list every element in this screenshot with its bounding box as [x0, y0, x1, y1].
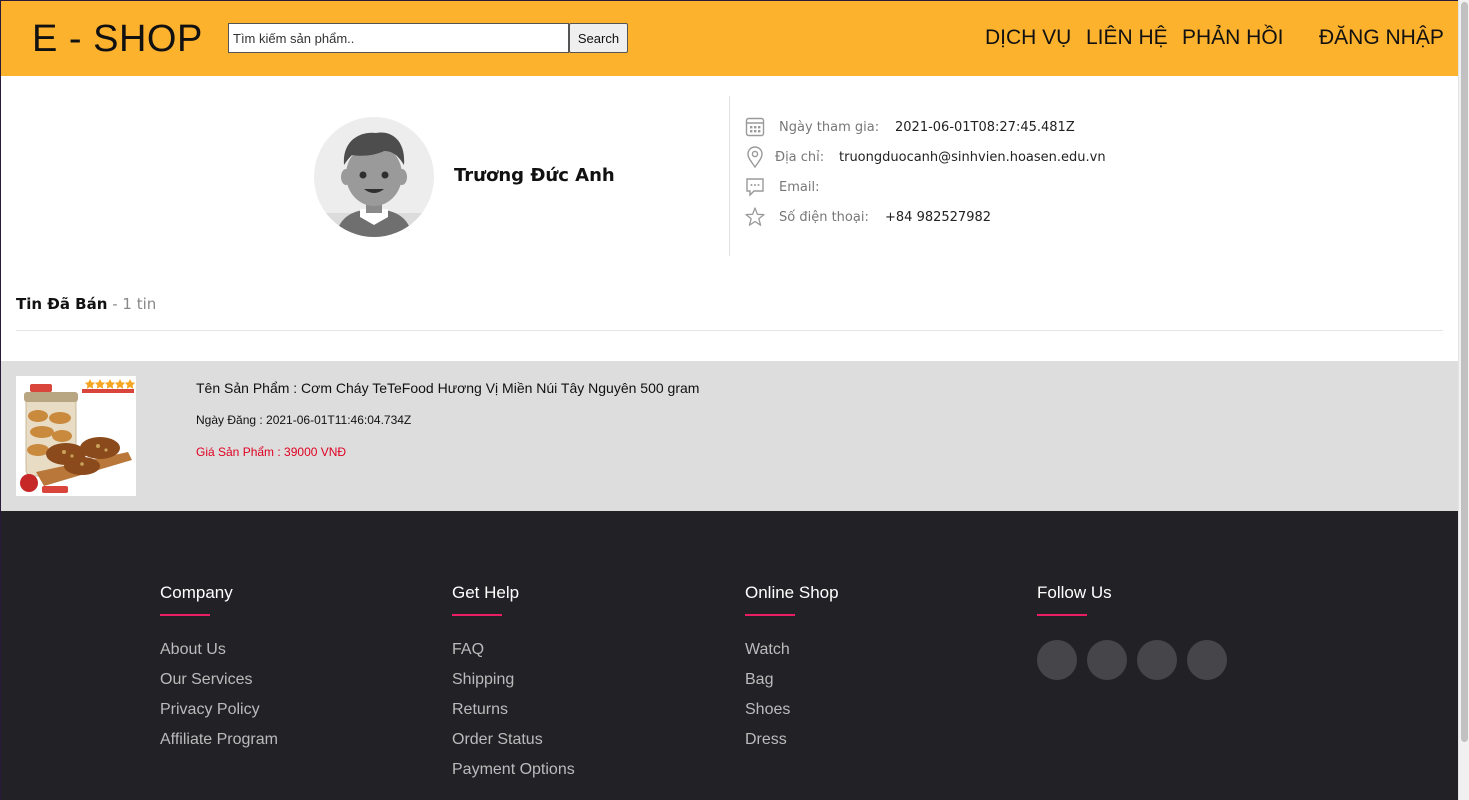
calendar-icon: [745, 117, 765, 137]
footer-title-company: Company: [160, 583, 233, 602]
footer-underline: [745, 614, 795, 616]
footer-link-watch[interactable]: Watch: [745, 641, 790, 659]
top-header: E - SHOP Search DỊCH VỤ LIÊN HỆ PHẢN HỒI…: [1, 1, 1458, 76]
nav-login[interactable]: ĐĂNG NHẬP: [1319, 26, 1444, 50]
product-item[interactable]: Tên Sản Phẩm : Cơm Cháy TeTeFood Hương V…: [1, 361, 1458, 511]
vertical-divider: [729, 96, 730, 256]
chat-bubble-icon: [746, 178, 764, 197]
footer-link-shoes[interactable]: Shoes: [745, 701, 790, 719]
info-label: Địa chỉ:: [775, 150, 825, 165]
footer-link-privacy[interactable]: Privacy Policy: [160, 701, 260, 719]
product-photo: [16, 376, 136, 496]
linkedin-icon[interactable]: [1187, 640, 1227, 680]
twitter-icon[interactable]: [1087, 640, 1127, 680]
footer-link-shipping[interactable]: Shipping: [452, 671, 514, 689]
footer-link-services[interactable]: Our Services: [160, 671, 252, 689]
star-icon: [745, 207, 765, 226]
footer-title-follow-us: Follow Us: [1037, 583, 1112, 602]
horizontal-divider: [16, 330, 1443, 331]
facebook-icon[interactable]: [1037, 640, 1077, 680]
product-name[interactable]: Tên Sản Phẩm : Cơm Cháy TeTeFood Hương V…: [196, 380, 699, 396]
nav-services[interactable]: DỊCH VỤ: [985, 26, 1071, 50]
info-label: Email:: [779, 180, 820, 195]
product-price: Giá Sản Phẩm : 39000 VNĐ: [196, 445, 347, 459]
footer-link-returns[interactable]: Returns: [452, 701, 508, 719]
avatar: [314, 117, 434, 237]
footer-title-get-help: Get Help: [452, 583, 520, 602]
sold-listings-heading: Tin Đã Bán - 1 tin: [16, 295, 156, 313]
info-label: Số điện thoại:: [779, 210, 869, 225]
instagram-icon[interactable]: [1137, 640, 1177, 680]
footer-link-order-status[interactable]: Order Status: [452, 731, 543, 749]
profile-page: E - SHOP Search DỊCH VỤ LIÊN HỆ PHẢN HỒI…: [1, 1, 1458, 800]
product-date: Ngày Đăng : 2021-06-01T11:46:04.734Z: [196, 413, 412, 427]
profile-name: Trương Đức Anh: [454, 165, 615, 186]
footer: Company About Us Our Services Privacy Po…: [1, 511, 1458, 800]
footer-link-dress[interactable]: Dress: [745, 731, 787, 749]
footer-link-bag[interactable]: Bag: [745, 671, 773, 689]
info-value: 2021-06-01T08:27:45.481Z: [895, 120, 1075, 135]
footer-link-payment[interactable]: Payment Options: [452, 761, 575, 779]
info-value: truongduocanh@sinhvien.hoasen.edu.vn: [839, 150, 1106, 165]
sold-title: Tin Đã Bán: [16, 295, 108, 313]
sold-count: - 1 tin: [112, 295, 157, 313]
footer-link-affiliate[interactable]: Affiliate Program: [160, 731, 278, 749]
footer-title-online-shop: Online Shop: [745, 583, 839, 602]
info-value: +84 982527982: [885, 210, 992, 225]
footer-underline: [160, 614, 210, 616]
scrollbar-thumb[interactable]: [1461, 2, 1468, 742]
search-input[interactable]: [228, 23, 569, 53]
nav-contact[interactable]: LIÊN HỆ: [1086, 26, 1168, 50]
footer-underline: [1037, 614, 1087, 616]
location-pin-icon: [747, 146, 763, 168]
footer-underline: [452, 614, 502, 616]
footer-link-faq[interactable]: FAQ: [452, 641, 484, 659]
nav-feedback[interactable]: PHẢN HỒI: [1182, 26, 1284, 50]
vertical-scrollbar[interactable]: [1458, 0, 1469, 800]
shop-logo[interactable]: E - SHOP: [32, 18, 203, 61]
search-button[interactable]: Search: [569, 23, 628, 53]
product-image[interactable]: [16, 376, 136, 496]
avatar-person-icon: [314, 132, 434, 237]
info-label: Ngày tham gia:: [779, 120, 880, 135]
footer-link-about[interactable]: About Us: [160, 641, 226, 659]
